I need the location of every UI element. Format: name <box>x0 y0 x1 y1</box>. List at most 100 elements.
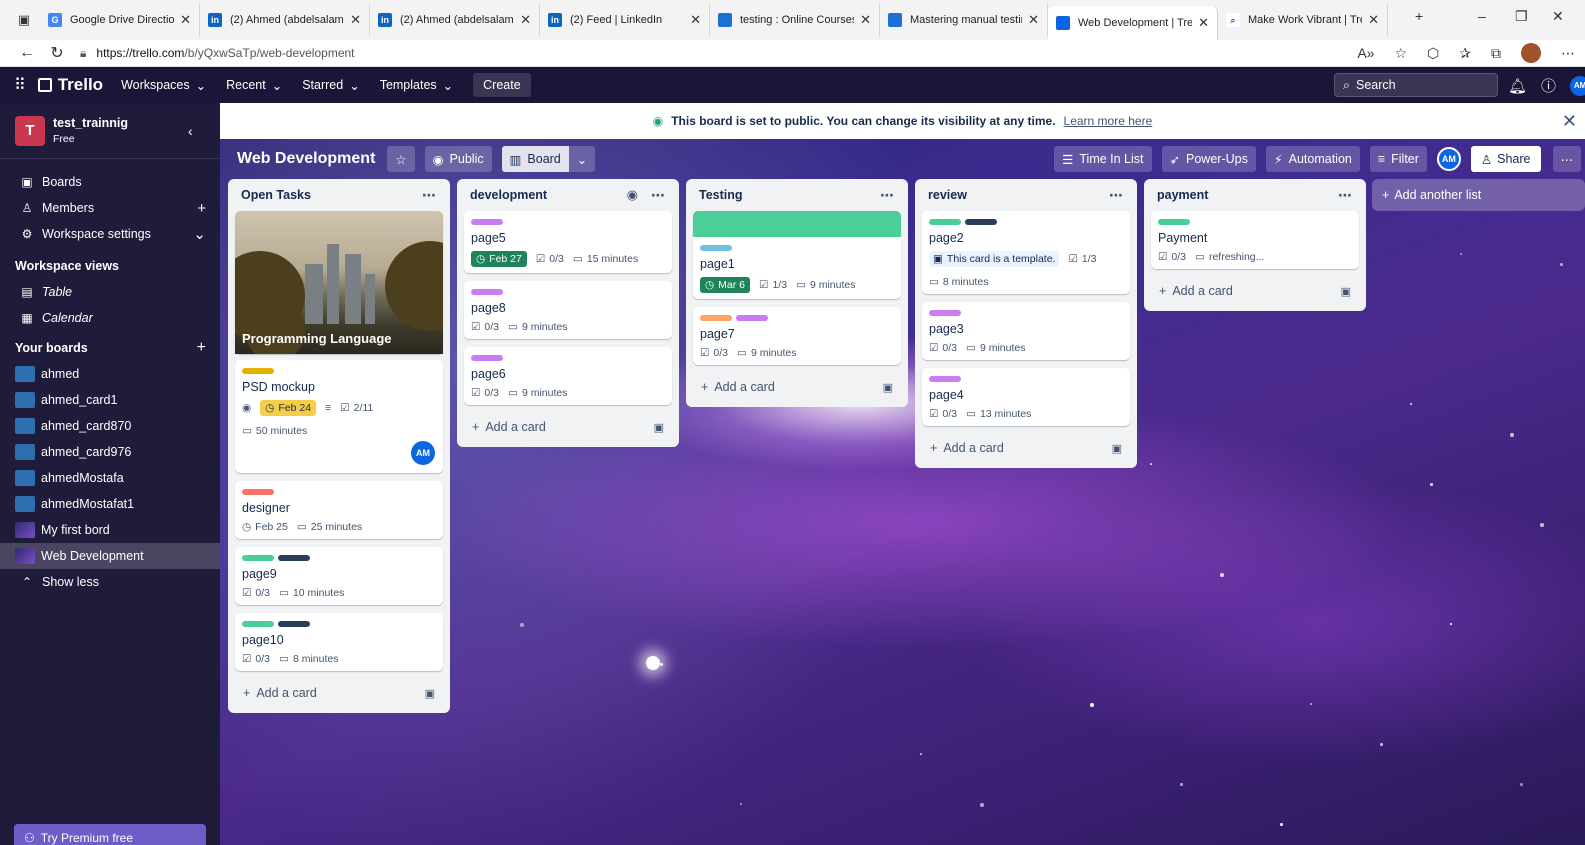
sidebar-item-calendar[interactable]: ▦ Calendar <box>0 305 220 331</box>
add-card-button[interactable]: + Add a card ▣ <box>922 434 1130 462</box>
card-label[interactable] <box>965 219 997 225</box>
add-list-button[interactable]: + Add another list <box>1372 179 1585 211</box>
sidebar-board-item[interactable]: Web Development <box>0 543 220 569</box>
close-window-icon[interactable]: ✕ <box>1552 8 1564 25</box>
list-menu-icon[interactable]: ⋯ <box>880 187 895 204</box>
add-member-icon[interactable]: + <box>197 200 206 217</box>
close-tab-icon[interactable]: ✕ <box>350 12 361 28</box>
list-title[interactable]: development <box>470 188 547 202</box>
card-label[interactable] <box>700 315 732 321</box>
sidebar-board-item[interactable]: ahmed <box>0 361 220 387</box>
board-view-button[interactable]: ▥ Board <box>501 146 569 172</box>
menu-templates[interactable]: Templates ⌄ <box>380 78 453 93</box>
search-input[interactable]: ⌕ Search <box>1334 73 1498 97</box>
collections-icon[interactable]: ⧉ <box>1491 45 1501 62</box>
card-label[interactable] <box>242 621 274 627</box>
add-card-button[interactable]: + Add a card ▣ <box>464 413 672 441</box>
card[interactable]: page2 ▣ This card is a template. ☑ 1/3 ▭ 8 min… <box>922 211 1130 294</box>
card[interactable]: PSD mockup ◉ ◷ Feb 24 ≡ ☑ 2/11 ▭ 50 minutes AM <box>235 360 443 473</box>
card[interactable]: page9 ☑ 0/3 ▭ 10 minutes <box>235 547 443 605</box>
browser-tab[interactable]: testing : Online Courses, T ✕ <box>710 4 880 36</box>
member-avatar[interactable]: AM <box>1436 147 1461 171</box>
sidebar-board-item[interactable]: ahmedMostafa <box>0 465 220 491</box>
list-menu-icon[interactable]: ⋯ <box>1109 187 1124 204</box>
time-in-list-button[interactable]: ☰ Time In List <box>1054 146 1152 172</box>
card-label[interactable] <box>471 289 503 295</box>
close-tab-icon[interactable]: ✕ <box>860 12 871 28</box>
sidebar-item-members[interactable]: ♙ Members + <box>0 195 220 221</box>
list-menu-icon[interactable]: ⋯ <box>422 187 437 204</box>
card-label[interactable] <box>929 310 961 316</box>
browser-tab[interactable]: in (2) Ahmed (abdelsalame) ✕ <box>370 4 540 36</box>
board-menu-button[interactable]: ⋯ <box>1552 146 1581 172</box>
sidebar-board-item[interactable]: ahmed_card976 <box>0 439 220 465</box>
sidebar-item-boards[interactable]: ▣ Boards <box>0 169 220 195</box>
card-label[interactable] <box>242 555 274 561</box>
add-card-button[interactable]: + Add a card ▣ <box>235 679 443 707</box>
menu-starred[interactable]: Starred ⌄ <box>302 78 359 93</box>
card-label[interactable] <box>242 489 274 495</box>
create-from-template-icon[interactable]: ▣ <box>654 421 664 434</box>
views-dropdown[interactable]: ⌄ <box>568 146 596 172</box>
trello-logo[interactable]: Trello <box>37 75 103 95</box>
sidebar-board-item[interactable]: ahmedMostafat1 <box>0 491 220 517</box>
card[interactable]: page4 ☑ 0/3 ▭ 13 minutes <box>922 368 1130 426</box>
add-board-icon[interactable]: + <box>197 339 206 357</box>
sidebar-board-item[interactable]: My first bord <box>0 517 220 543</box>
share-button[interactable]: ♙ Share <box>1470 146 1541 172</box>
card[interactable]: page10 ☑ 0/3 ▭ 8 minutes <box>235 613 443 671</box>
card[interactable]: Payment ☑ 0/3 ▭ refreshing... <box>1151 211 1359 269</box>
app-switcher-icon[interactable]: ⠿ <box>14 75 26 95</box>
card-label[interactable] <box>929 376 961 382</box>
list-header[interactable]: review ⋯ <box>922 179 1130 211</box>
card[interactable]: designer ◷ Feb 25 ▭ 25 minutes <box>235 481 443 539</box>
new-tab-icon[interactable]: + <box>1415 8 1423 24</box>
sidebar-board-item[interactable]: ahmed_card1 <box>0 387 220 413</box>
card-label[interactable] <box>471 219 503 225</box>
due-date-badge[interactable]: ◷ Feb 25 <box>242 521 288 533</box>
close-tab-icon[interactable]: ✕ <box>690 12 701 28</box>
list-menu-icon[interactable]: ⋯ <box>651 187 666 204</box>
list-title[interactable]: Open Tasks <box>241 188 311 202</box>
close-tab-icon[interactable]: ✕ <box>180 12 191 28</box>
close-tab-icon[interactable]: ✕ <box>1198 15 1209 31</box>
browser-tab[interactable]: in (2) Ahmed (abdelsalame) ✕ <box>200 4 370 36</box>
browser-tab[interactable]: in (2) Feed | LinkedIn ✕ <box>540 4 710 36</box>
sidebar-board-item[interactable]: ahmed_card870 <box>0 413 220 439</box>
close-tab-icon[interactable]: ✕ <box>1368 12 1379 28</box>
card-label[interactable] <box>929 219 961 225</box>
card[interactable]: page7 ☑ 0/3 ▭ 9 minutes <box>693 307 901 365</box>
card-label[interactable] <box>278 555 310 561</box>
card-label[interactable] <box>736 315 768 321</box>
create-from-template-icon[interactable]: ▣ <box>1341 285 1351 298</box>
restore-icon[interactable]: ❐ <box>1515 8 1528 25</box>
sidebar-item-workspace-settings[interactable]: ⚙ Workspace settings ⌄ <box>0 221 220 247</box>
extensions-icon[interactable]: ⬡ <box>1427 45 1439 62</box>
list-title[interactable]: payment <box>1157 188 1208 202</box>
board-title[interactable]: Web Development <box>237 150 375 168</box>
tab-actions-icon[interactable]: ▣ <box>14 10 34 30</box>
power-ups-button[interactable]: ➶ Power-Ups <box>1161 146 1256 172</box>
list-header[interactable]: Open Tasks ⋯ <box>235 179 443 211</box>
card[interactable]: page6 ☑ 0/3 ▭ 9 minutes <box>464 347 672 405</box>
star-board-button[interactable]: ☆ <box>387 146 415 172</box>
create-from-template-icon[interactable]: ▣ <box>425 687 435 700</box>
due-date-badge[interactable]: ◷ Feb 24 <box>260 400 317 416</box>
favorites-bar-icon[interactable]: ✰ <box>1459 45 1471 62</box>
card-label[interactable] <box>1158 219 1190 225</box>
close-icon[interactable]: ✕ <box>1562 111 1577 132</box>
account-avatar[interactable]: AM <box>1570 75 1585 96</box>
create-from-template-icon[interactable]: ▣ <box>1112 442 1122 455</box>
close-tab-icon[interactable]: ✕ <box>520 12 531 28</box>
create-from-template-icon[interactable]: ▣ <box>883 381 893 394</box>
card-member-avatar[interactable]: AM <box>411 441 435 465</box>
visibility-button[interactable]: ◉ Public <box>424 146 492 172</box>
show-less-toggle[interactable]: ⌃ Show less <box>0 569 220 595</box>
profile-avatar[interactable] <box>1521 43 1541 63</box>
list-header[interactable]: payment ⋯ <box>1151 179 1359 211</box>
card[interactable]: page5 ◷ Feb 27 ☑ 0/3 ▭ 15 minutes <box>464 211 672 273</box>
list-header[interactable]: Testing ⋯ <box>693 179 901 211</box>
browser-tab[interactable]: G Google Drive Directions - ✕ <box>40 4 200 36</box>
card-label[interactable] <box>471 355 503 361</box>
card[interactable]: Programming Language <box>235 211 443 354</box>
